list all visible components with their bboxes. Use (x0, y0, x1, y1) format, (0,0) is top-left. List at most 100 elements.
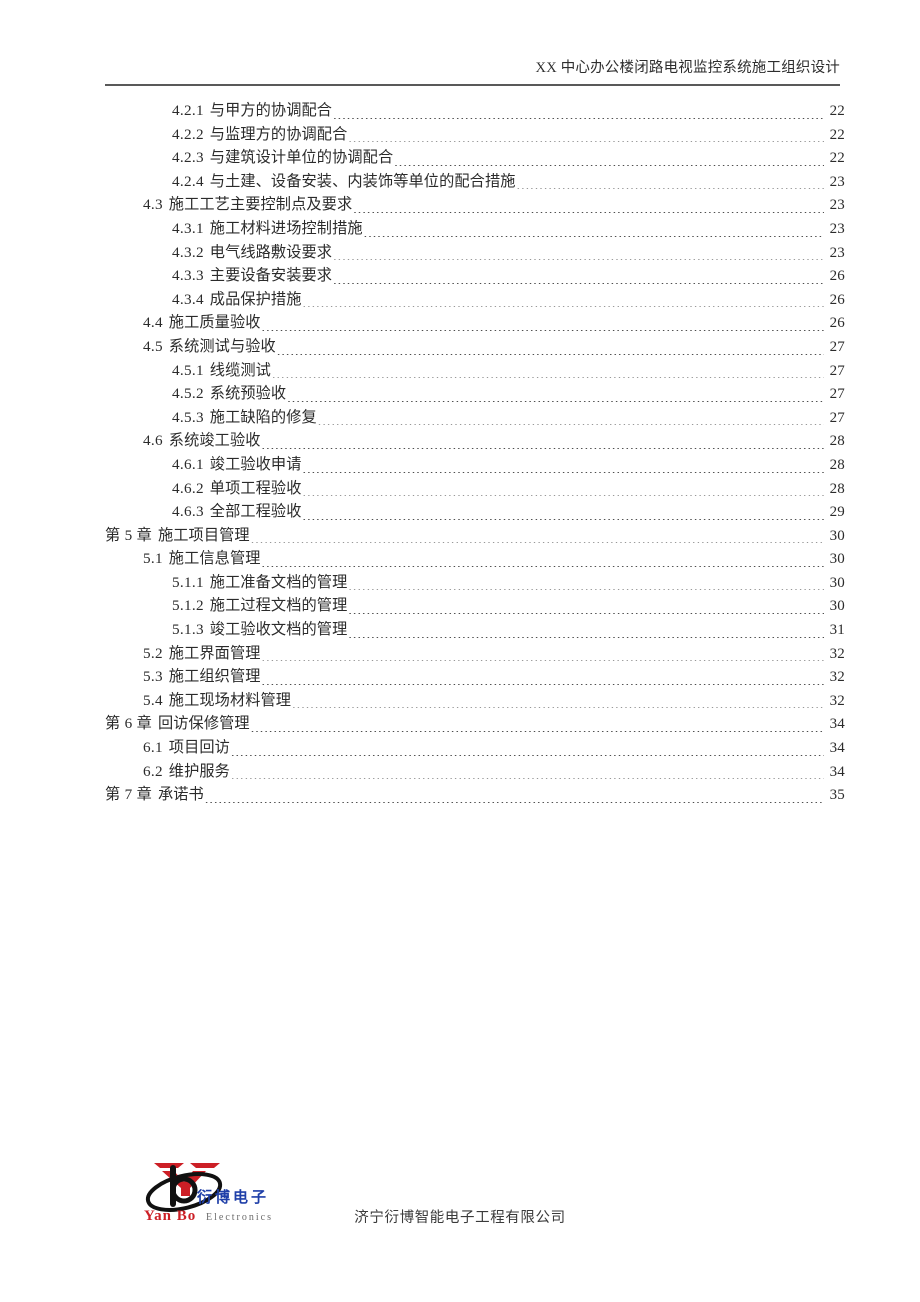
toc-leader-dots (303, 519, 824, 520)
toc-entry[interactable]: 6.1 项目回访 34 (105, 736, 845, 760)
document-page: XX 中心办公楼闭路电视监控系统施工组织设计 4.2.1 与甲方的协调配合224… (0, 0, 920, 1302)
header-title: XX 中心办公楼闭路电视监控系统施工组织设计 (535, 60, 840, 76)
toc-entry[interactable]: 4.3.3 主要设备安装要求 26 (105, 264, 845, 288)
toc-entry-page-number: 28 (829, 480, 845, 497)
toc-leader-dots (348, 613, 824, 614)
toc-entry-number: 4.3.4 (172, 290, 204, 308)
toc-leader-dots (333, 259, 824, 260)
toc-entry-number: 4.2.2 (172, 125, 204, 143)
toc-entry-number: 4.2.3 (172, 149, 204, 167)
toc-entry[interactable]: 6.2 维护服务 34 (105, 760, 845, 784)
toc-entry[interactable]: 4.5.2 系统预验收 27 (105, 382, 845, 406)
toc-entry[interactable]: 4.3.2 电气线路敷设要求 23 (105, 241, 845, 265)
toc-leader-dots (231, 778, 824, 779)
toc-entry-title: 施工材料进场控制措施 (209, 219, 363, 237)
toc-entry-title: 单项工程验收 (209, 479, 302, 497)
toc-entry-number: 4.3.2 (172, 243, 204, 261)
toc-entry[interactable]: 5.1 施工信息管理 30 (105, 547, 845, 571)
toc-entry[interactable]: 5.4 施工现场材料管理 32 (105, 689, 845, 713)
toc-entry-page-number: 23 (829, 220, 845, 237)
toc-entry-title: 竣工验收申请 (209, 455, 302, 473)
toc-entry[interactable]: 4.6.1 竣工验收申请 28 (105, 453, 845, 477)
toc-entry-page-number: 30 (829, 551, 845, 568)
toc-leader-dots (272, 377, 824, 378)
toc-leader-dots (303, 495, 824, 496)
toc-entry-label: 4.6.2 单项工程验收 (172, 477, 302, 501)
toc-entry-label: 5.4 施工现场材料管理 (143, 689, 291, 713)
toc-entry[interactable]: 4.3 施工工艺主要控制点及要求 23 (105, 193, 845, 217)
toc-entry[interactable]: 4.6 系统竣工验收 28 (105, 429, 845, 453)
toc-entry[interactable]: 4.5 系统测试与验收 27 (105, 335, 845, 359)
toc-entry-label: 4.3.4 成品保护措施 (172, 288, 302, 312)
toc-entry[interactable]: 5.1.2 施工过程文档的管理 30 (105, 594, 845, 618)
toc-entry-title: 与土建、设备安装、内装饰等单位的配合措施 (209, 172, 516, 190)
toc-entry-label: 6.1 项目回访 (143, 736, 230, 760)
toc-leader-dots (262, 330, 824, 331)
toc-entry-number: 4.5.1 (172, 361, 204, 379)
toc-entry-title: 竣工验收文档的管理 (209, 621, 348, 639)
toc-entry-label: 4.2.2 与监理方的协调配合 (172, 123, 347, 147)
toc-entry[interactable]: 4.2.2 与监理方的协调配合 22 (105, 123, 845, 147)
toc-entry[interactable]: 4.5.3 施工缺陷的修复 27 (105, 406, 845, 430)
toc-leader-dots (333, 283, 824, 284)
toc-entry-label: 4.3 施工工艺主要控制点及要求 (143, 193, 352, 217)
toc-entry[interactable]: 4.2.3 与建筑设计单位的协调配合 22 (105, 146, 845, 170)
toc-entry-number: 5.1 (143, 550, 163, 568)
toc-entry-label: 第 5 章 施工项目管理 (105, 524, 250, 548)
toc-entry[interactable]: 4.2.4 与土建、设备安装、内装饰等单位的配合措施 23 (105, 170, 845, 194)
toc-entry[interactable]: 4.3.1 施工材料进场控制措施 23 (105, 217, 845, 241)
toc-entry-page-number: 34 (829, 763, 845, 780)
toc-entry[interactable]: 4.4 施工质量验收 26 (105, 311, 845, 335)
toc-entry-number: 5.4 (143, 691, 163, 709)
toc-leader-dots (303, 306, 824, 307)
toc-entry-number: 4.6.1 (172, 455, 204, 473)
toc-entry-label: 5.1.2 施工过程文档的管理 (172, 594, 347, 618)
toc-leader-dots (251, 731, 824, 732)
page-header: XX 中心办公楼闭路电视监控系统施工组织设计 (105, 56, 840, 77)
toc-entry-page-number: 27 (829, 362, 845, 379)
toc-entry-number: 6.2 (143, 762, 163, 780)
toc-entry[interactable]: 4.6.3 全部工程验收 29 (105, 500, 845, 524)
toc-entry-page-number: 31 (829, 622, 845, 639)
toc-leader-dots (303, 472, 824, 473)
toc-leader-dots (231, 755, 824, 756)
toc-entry[interactable]: 5.1.3 竣工验收文档的管理 31 (105, 618, 845, 642)
toc-entry-number: 5.1.2 (172, 597, 204, 615)
toc-leader-dots (262, 660, 824, 661)
toc-entry-title: 施工缺陷的修复 (209, 408, 317, 426)
toc-entry[interactable]: 第 7 章 承诺书 35 (105, 783, 845, 807)
toc-entry[interactable]: 第 6 章 回访保修管理 34 (105, 712, 845, 736)
toc-entry[interactable]: 4.3.4 成品保护措施 26 (105, 288, 845, 312)
toc-entry-label: 4.2.3 与建筑设计单位的协调配合 (172, 146, 393, 170)
toc-entry-title: 施工组织管理 (168, 668, 261, 686)
toc-entry[interactable]: 第 5 章 施工项目管理 30 (105, 524, 845, 548)
toc-entry-page-number: 22 (829, 126, 845, 143)
toc-entry[interactable]: 4.6.2 单项工程验收 28 (105, 477, 845, 501)
toc-entry-label: 4.3.3 主要设备安装要求 (172, 264, 332, 288)
toc-entry-number: 4.5 (143, 337, 163, 355)
toc-entry-page-number: 32 (829, 669, 845, 686)
toc-entry-title: 电气线路敷设要求 (209, 243, 333, 261)
toc-entry-label: 4.6.1 竣工验收申请 (172, 453, 302, 477)
toc-entry-title: 施工工艺主要控制点及要求 (168, 196, 353, 214)
toc-entry-label: 4.3.1 施工材料进场控制措施 (172, 217, 363, 241)
toc-entry-title: 与监理方的协调配合 (209, 125, 348, 143)
toc-entry[interactable]: 5.3 施工组织管理 32 (105, 665, 845, 689)
toc-entry-page-number: 28 (829, 433, 845, 450)
table-of-contents: 4.2.1 与甲方的协调配合224.2.2 与监理方的协调配合224.2.3 与… (105, 99, 845, 807)
toc-leader-dots (348, 589, 824, 590)
toc-entry[interactable]: 5.2 施工界面管理 32 (105, 642, 845, 666)
toc-entry-page-number: 23 (829, 173, 845, 190)
toc-leader-dots (277, 354, 824, 355)
toc-entry-number: 第 6 章 (105, 715, 153, 733)
toc-entry-label: 5.1.3 竣工验收文档的管理 (172, 618, 347, 642)
toc-entry-label: 5.2 施工界面管理 (143, 642, 261, 666)
toc-leader-dots (333, 118, 824, 119)
toc-entry[interactable]: 4.2.1 与甲方的协调配合 22 (105, 99, 845, 123)
toc-entry[interactable]: 5.1.1 施工准备文档的管理 30 (105, 571, 845, 595)
toc-entry-title: 主要设备安装要求 (209, 267, 333, 285)
toc-entry-page-number: 28 (829, 456, 845, 473)
toc-entry-number: 4.5.2 (172, 385, 204, 403)
toc-entry-label: 4.2.1 与甲方的协调配合 (172, 99, 332, 123)
toc-entry[interactable]: 4.5.1 线缆测试 27 (105, 359, 845, 383)
